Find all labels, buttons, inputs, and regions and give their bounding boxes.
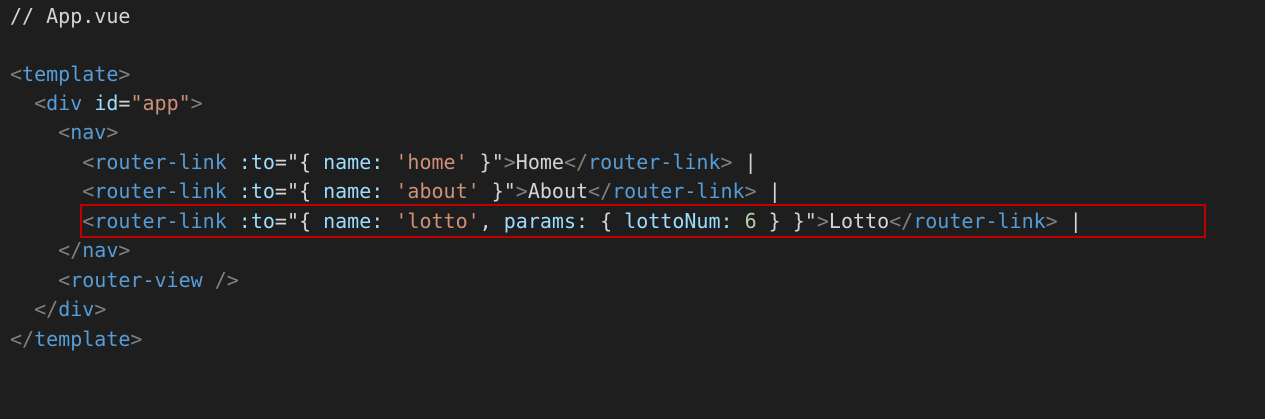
tag-template: template: [34, 327, 131, 351]
attr-to: :to: [238, 179, 275, 203]
key-name: name:: [323, 150, 384, 174]
bracket: </: [588, 179, 613, 203]
key-name: name:: [323, 179, 384, 203]
brace-open: "{: [286, 179, 324, 203]
tag-router-view: router-view: [70, 268, 203, 292]
code-line-comment: // App.vue: [10, 2, 130, 31]
brace-close: }": [467, 150, 504, 174]
code-line-div-close: </div>: [10, 295, 106, 324]
equals: =: [274, 150, 287, 174]
bracket: </: [10, 327, 35, 351]
tag-div: div: [58, 297, 95, 321]
value-about: 'about': [395, 179, 480, 203]
link-label-home: Home: [515, 150, 564, 174]
code-line-template-open: <template>: [10, 60, 130, 89]
bracket: >: [118, 62, 131, 86]
link-label-about: About: [527, 179, 589, 203]
tag-router-link: router-link: [612, 179, 745, 203]
bracket: >: [720, 150, 733, 174]
bracket: >: [515, 179, 528, 203]
tag-router-link: router-link: [94, 179, 227, 203]
highlight-box: [80, 204, 1206, 238]
pipe-separator: |: [768, 179, 781, 203]
tag-nav: nav: [70, 120, 107, 144]
equals: =: [274, 179, 287, 203]
attr-id: id: [94, 91, 119, 115]
brace-close: }": [479, 179, 516, 203]
file-comment: // App.vue: [10, 4, 131, 28]
pipe-separator: |: [744, 150, 757, 174]
tag-router-link: router-link: [588, 150, 721, 174]
bracket: >: [118, 238, 131, 262]
equals: =: [118, 91, 131, 115]
bracket: </: [58, 238, 83, 262]
code-line-router-link-home: <router-link :to="{ name: 'home' }">Home…: [10, 148, 757, 177]
attr-to: :to: [238, 150, 275, 174]
bracket: <: [34, 91, 47, 115]
bracket: />: [202, 268, 239, 292]
attr-value-app: "app": [130, 91, 191, 115]
tag-div: div: [46, 91, 83, 115]
bracket: >: [106, 120, 119, 144]
bracket: >: [94, 297, 107, 321]
bracket: <: [58, 120, 71, 144]
tag-nav: nav: [82, 238, 119, 262]
code-line-router-link-about: <router-link :to="{ name: 'about' }">Abo…: [10, 177, 781, 206]
tag-template: template: [22, 62, 119, 86]
bracket: <: [10, 62, 23, 86]
bracket: <: [58, 268, 71, 292]
bracket: >: [744, 179, 757, 203]
value-home: 'home': [395, 150, 468, 174]
bracket: <: [82, 179, 95, 203]
code-line-nav-close: </nav>: [10, 236, 130, 265]
code-line-router-view: <router-view />: [10, 266, 239, 295]
brace-open: "{: [286, 150, 324, 174]
code-line-template-close: </template>: [10, 325, 142, 354]
bracket: </: [34, 297, 59, 321]
bracket: >: [503, 150, 516, 174]
code-line-div-open: <div id="app">: [10, 89, 203, 118]
tag-router-link: router-link: [94, 150, 227, 174]
bracket: >: [190, 91, 203, 115]
code-line-nav-open: <nav>: [10, 118, 118, 147]
bracket: <: [82, 150, 95, 174]
bracket: </: [563, 150, 589, 174]
bracket: >: [130, 327, 143, 351]
code-editor[interactable]: // App.vue <template> <div id="app"> <na…: [0, 0, 1265, 419]
